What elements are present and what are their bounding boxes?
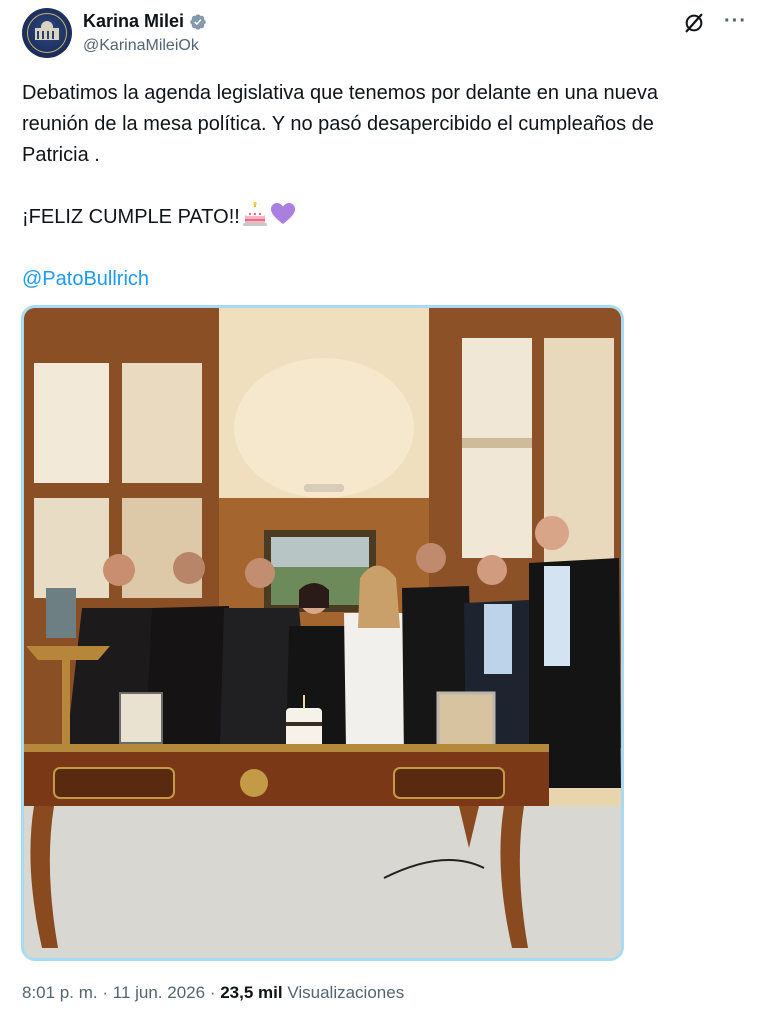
- mention-link[interactable]: @PatoBullrich: [22, 268, 149, 290]
- meta-separator: ·: [102, 983, 109, 1002]
- tweet-line: Debatimos la agenda legislativa que tene…: [22, 82, 658, 104]
- views-count: 23,5 mil: [220, 983, 283, 1002]
- tweet-meta: 8:01 p. m. · 11 jun. 2026 · 23,5 mil Vis…: [22, 983, 404, 1003]
- grok-icon[interactable]: [683, 12, 705, 34]
- tweet-photo[interactable]: [21, 305, 624, 961]
- tweet-line: Patricia .: [22, 144, 100, 166]
- views-label: Visualizaciones: [287, 983, 405, 1002]
- name-row: Karina Milei: [83, 11, 207, 32]
- purple-heart-icon: [270, 203, 295, 224]
- tweet-time[interactable]: 8:01 p. m.: [22, 983, 98, 1002]
- avatar[interactable]: [22, 8, 72, 58]
- photo-illustration: [24, 308, 621, 958]
- more-options-icon[interactable]: ···: [724, 10, 747, 33]
- seal-columns: [37, 31, 57, 39]
- tweet-line: reunión de la mesa política. Y no pasó d…: [22, 113, 654, 135]
- birthday-cake-icon: [242, 202, 267, 226]
- celebration-line: ¡FELIZ CUMPLE PATO!!: [22, 202, 742, 233]
- tweet-date[interactable]: 11 jun. 2026: [113, 983, 205, 1002]
- verified-badge-icon: [190, 13, 206, 30]
- tweet-header: Karina Milei @KarinaMileiOk ···: [22, 8, 749, 60]
- celebration-text: ¡FELIZ CUMPLE PATO!!: [22, 206, 240, 228]
- author-handle[interactable]: @KarinaMileiOk: [83, 37, 199, 55]
- author-display-name[interactable]: Karina Milei: [83, 11, 184, 32]
- meta-separator: ·: [209, 983, 216, 1002]
- tweet-text: Debatimos la agenda legislativa que tene…: [22, 78, 742, 295]
